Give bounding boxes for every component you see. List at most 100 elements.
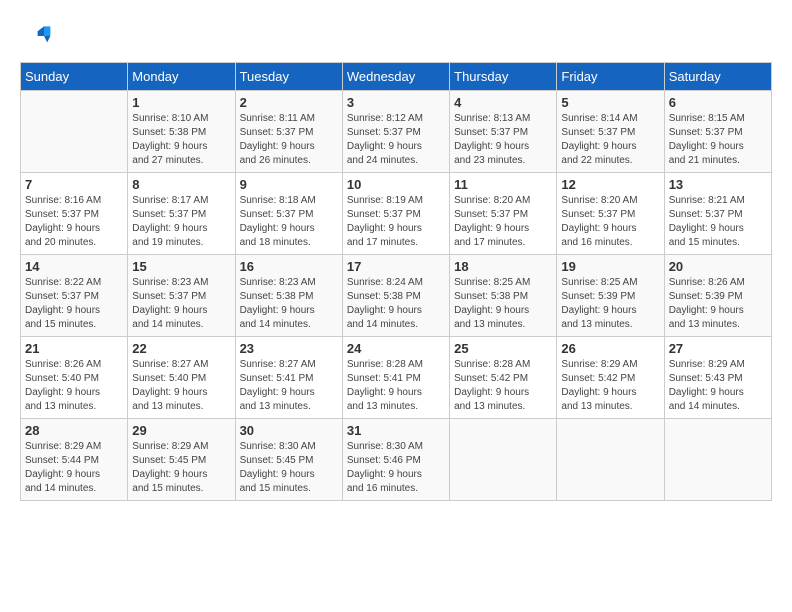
calendar-cell: 14 Sunrise: 8:22 AM Sunset: 5:37 PM Dayli… [21,255,128,337]
day-info: Sunrise: 8:26 AM Sunset: 5:39 PM Dayligh… [669,276,767,332]
logo [20,20,56,52]
weekday-header: Sunday [21,63,128,91]
day-number: 6 [669,95,767,110]
calendar-cell: 27 Sunrise: 8:29 AM Sunset: 5:43 PM Dayli… [664,337,771,419]
day-number: 18 [454,259,552,274]
calendar-cell: 10Sunrise: 8:19 AM Sunset: 5:37 PM Dayli… [342,173,449,255]
day-number: 30 [240,423,338,438]
day-info: Sunrise: 8:20 AM Sunset: 5:37 PM Dayligh… [454,194,552,250]
day-number: 11 [454,177,552,192]
day-info: Sunrise: 8:17 AM Sunset: 5:37 PM Dayligh… [132,194,230,250]
weekday-header: Saturday [664,63,771,91]
calendar-cell: 9 Sunrise: 8:18 AM Sunset: 5:37 PM Daylig… [235,173,342,255]
calendar-cell: 25 Sunrise: 8:28 AM Sunset: 5:42 PM Dayli… [450,337,557,419]
calendar-week-row: 1 Sunrise: 8:10 AM Sunset: 5:38 PM Daylig… [21,91,772,173]
day-info: Sunrise: 8:24 AM Sunset: 5:38 PM Dayligh… [347,276,445,332]
calendar-cell: 23Sunrise: 8:27 AM Sunset: 5:41 PM Dayli… [235,337,342,419]
calendar-cell: 15 Sunrise: 8:23 AM Sunset: 5:37 PM Dayli… [128,255,235,337]
calendar-cell: 18Sunrise: 8:25 AM Sunset: 5:38 PM Dayli… [450,255,557,337]
calendar-cell: 12 Sunrise: 8:20 AM Sunset: 5:37 PM Dayli… [557,173,664,255]
day-info: Sunrise: 8:30 AM Sunset: 5:45 PM Dayligh… [240,440,338,496]
day-info: Sunrise: 8:15 AM Sunset: 5:37 PM Dayligh… [669,112,767,168]
day-number: 24 [347,341,445,356]
calendar-cell [21,91,128,173]
day-info: Sunrise: 8:20 AM Sunset: 5:37 PM Dayligh… [561,194,659,250]
day-info: Sunrise: 8:10 AM Sunset: 5:38 PM Dayligh… [132,112,230,168]
calendar-cell: 4 Sunrise: 8:13 AM Sunset: 5:37 PM Daylig… [450,91,557,173]
day-number: 20 [669,259,767,274]
weekday-header: Wednesday [342,63,449,91]
day-number: 15 [132,259,230,274]
logo-icon [20,20,52,52]
day-number: 5 [561,95,659,110]
day-info: Sunrise: 8:23 AM Sunset: 5:38 PM Dayligh… [240,276,338,332]
day-info: Sunrise: 8:29 AM Sunset: 5:42 PM Dayligh… [561,358,659,414]
day-number: 9 [240,177,338,192]
calendar-cell: 24 Sunrise: 8:28 AM Sunset: 5:41 PM Dayli… [342,337,449,419]
calendar-cell: 8 Sunrise: 8:17 AM Sunset: 5:37 PM Daylig… [128,173,235,255]
day-info: Sunrise: 8:25 AM Sunset: 5:39 PM Dayligh… [561,276,659,332]
weekday-header: Thursday [450,63,557,91]
day-info: Sunrise: 8:26 AM Sunset: 5:40 PM Dayligh… [25,358,123,414]
day-number: 12 [561,177,659,192]
day-number: 7 [25,177,123,192]
calendar-cell: 3 Sunrise: 8:12 AM Sunset: 5:37 PM Daylig… [342,91,449,173]
calendar-cell: 30 Sunrise: 8:30 AM Sunset: 5:45 PM Dayli… [235,419,342,501]
day-info: Sunrise: 8:27 AM Sunset: 5:40 PM Dayligh… [132,358,230,414]
day-number: 27 [669,341,767,356]
day-number: 4 [454,95,552,110]
calendar-cell: 2Sunrise: 8:11 AM Sunset: 5:37 PM Daylig… [235,91,342,173]
day-info: Sunrise: 8:23 AM Sunset: 5:37 PM Dayligh… [132,276,230,332]
day-info: Sunrise: 8:14 AM Sunset: 5:37 PM Dayligh… [561,112,659,168]
day-info: Sunrise: 8:21 AM Sunset: 5:37 PM Dayligh… [669,194,767,250]
day-info: Sunrise: 8:28 AM Sunset: 5:41 PM Dayligh… [347,358,445,414]
day-number: 26 [561,341,659,356]
calendar-week-row: 14 Sunrise: 8:22 AM Sunset: 5:37 PM Dayli… [21,255,772,337]
day-info: Sunrise: 8:18 AM Sunset: 5:37 PM Dayligh… [240,194,338,250]
day-number: 16 [240,259,338,274]
calendar-cell: 20 Sunrise: 8:26 AM Sunset: 5:39 PM Dayli… [664,255,771,337]
weekday-header: Friday [557,63,664,91]
day-info: Sunrise: 8:28 AM Sunset: 5:42 PM Dayligh… [454,358,552,414]
day-info: Sunrise: 8:29 AM Sunset: 5:43 PM Dayligh… [669,358,767,414]
day-number: 10 [347,177,445,192]
day-number: 14 [25,259,123,274]
day-number: 29 [132,423,230,438]
day-number: 25 [454,341,552,356]
day-info: Sunrise: 8:13 AM Sunset: 5:37 PM Dayligh… [454,112,552,168]
calendar-week-row: 21 Sunrise: 8:26 AM Sunset: 5:40 PM Dayli… [21,337,772,419]
day-number: 21 [25,341,123,356]
day-number: 23 [240,341,338,356]
day-number: 31 [347,423,445,438]
day-number: 17 [347,259,445,274]
calendar-cell: 17 Sunrise: 8:24 AM Sunset: 5:38 PM Dayli… [342,255,449,337]
day-info: Sunrise: 8:29 AM Sunset: 5:44 PM Dayligh… [25,440,123,496]
calendar-cell: 16 Sunrise: 8:23 AM Sunset: 5:38 PM Dayli… [235,255,342,337]
calendar-cell: 5 Sunrise: 8:14 AM Sunset: 5:37 PM Daylig… [557,91,664,173]
day-number: 1 [132,95,230,110]
calendar-cell: 28Sunrise: 8:29 AM Sunset: 5:44 PM Dayli… [21,419,128,501]
weekday-header: Monday [128,63,235,91]
calendar-cell: 11 Sunrise: 8:20 AM Sunset: 5:37 PM Dayli… [450,173,557,255]
day-info: Sunrise: 8:22 AM Sunset: 5:37 PM Dayligh… [25,276,123,332]
day-number: 13 [669,177,767,192]
weekday-header-row: SundayMondayTuesdayWednesdayThursdayFrid… [21,63,772,91]
calendar-cell: 21 Sunrise: 8:26 AM Sunset: 5:40 PM Dayli… [21,337,128,419]
calendar-cell: 13 Sunrise: 8:21 AM Sunset: 5:37 PM Dayli… [664,173,771,255]
calendar-cell: 6 Sunrise: 8:15 AM Sunset: 5:37 PM Daylig… [664,91,771,173]
calendar-cell: 22Sunrise: 8:27 AM Sunset: 5:40 PM Dayli… [128,337,235,419]
page-header [20,20,772,52]
day-info: Sunrise: 8:12 AM Sunset: 5:37 PM Dayligh… [347,112,445,168]
calendar-table: SundayMondayTuesdayWednesdayThursdayFrid… [20,62,772,501]
calendar-cell: 31Sunrise: 8:30 AM Sunset: 5:46 PM Dayli… [342,419,449,501]
day-number: 2 [240,95,338,110]
calendar-cell: 19Sunrise: 8:25 AM Sunset: 5:39 PM Dayli… [557,255,664,337]
day-info: Sunrise: 8:16 AM Sunset: 5:37 PM Dayligh… [25,194,123,250]
calendar-week-row: 7 Sunrise: 8:16 AM Sunset: 5:37 PM Daylig… [21,173,772,255]
calendar-cell [664,419,771,501]
calendar-cell [557,419,664,501]
day-info: Sunrise: 8:29 AM Sunset: 5:45 PM Dayligh… [132,440,230,496]
calendar-cell: 29 Sunrise: 8:29 AM Sunset: 5:45 PM Dayli… [128,419,235,501]
day-number: 3 [347,95,445,110]
day-number: 8 [132,177,230,192]
